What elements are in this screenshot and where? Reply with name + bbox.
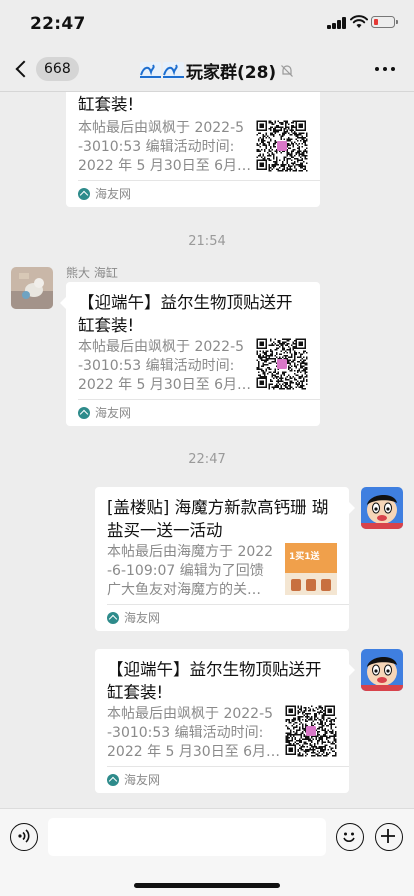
card-source: 海友网 (78, 185, 131, 202)
emoji-icon (343, 832, 355, 842)
haiyou-logo-icon (107, 611, 119, 624)
chat-timestamp: 21:54 (188, 234, 226, 249)
card-description: 2022 年 5 月30日至 6月… (78, 377, 252, 393)
source-label: 海友网 (124, 773, 161, 787)
link-card-message[interactable]: 【迎端午】益尔生物顶贴送开 缸套装! 本帖最后由飒枫于 2022-5 -3010… (95, 649, 349, 793)
card-description: 广大鱼友对海魔方的关… (107, 582, 261, 598)
wave-emoji-icon (140, 62, 161, 79)
card-title: 缸套装! (78, 316, 135, 335)
mute-bell-icon (281, 64, 294, 77)
chat-title[interactable]: 玩家群(28) (140, 58, 294, 83)
card-title: [盖楼贴] 海魔方新款高钙珊 瑚 (107, 498, 329, 517)
source-label: 海友网 (124, 611, 161, 625)
promo-thumbnail-text: 1买1送 (289, 552, 320, 562)
card-description: 2022 年 5 月30日至 6月… (78, 158, 252, 174)
card-divider (78, 399, 320, 400)
card-description: -3010:53 编辑活动时间: (107, 725, 264, 741)
card-description: 本帖最后由飒枫于 2022-5 (78, 339, 245, 355)
wave-emoji-icon (163, 62, 184, 79)
source-label: 海友网 (95, 187, 132, 201)
haiyou-logo-icon (78, 406, 90, 419)
battery-tip (396, 20, 398, 24)
link-card-message[interactable]: 【迎端午】益尔生物顶贴送开 缸套装! 本帖最后由飒枫于 2022-5 -3010… (66, 282, 320, 426)
source-label: 海友网 (95, 406, 132, 420)
card-title: 盐买一送一活动 (107, 521, 223, 540)
card-divider (107, 604, 349, 605)
battery-icon (371, 16, 395, 28)
card-description: 2022 年 5 月30日至 6月… (107, 744, 281, 760)
link-card-message[interactable]: 缸套装! 本帖最后由飒枫于 2022-5 -3010:53 编辑活动时间: 20… (66, 92, 320, 207)
card-source: 海友网 (107, 771, 160, 788)
home-indicator (134, 883, 280, 888)
card-description: -3010:53 编辑活动时间: (78, 358, 235, 374)
card-description: 本帖最后由飒枫于 2022-5 (78, 120, 245, 136)
card-description: -6-109:07 编辑为了回馈 (107, 563, 264, 579)
card-description: -3010:53 编辑活动时间: (78, 139, 235, 155)
input-bar (0, 808, 414, 896)
chevron-left-icon (15, 60, 33, 78)
bubble-tail (349, 664, 355, 676)
chat-message-list[interactable]: 缸套装! 本帖最后由飒枫于 2022-5 -3010:53 编辑活动时间: 20… (0, 92, 414, 808)
more-functions-button[interactable] (375, 823, 403, 851)
unread-count-badge: 668 (36, 57, 79, 81)
card-title: 缸套装! (78, 95, 135, 114)
card-source: 海友网 (107, 609, 160, 626)
more-options-button[interactable] (375, 67, 395, 71)
voice-icon (18, 829, 30, 843)
card-title: 【迎端午】益尔生物顶贴送开 (107, 660, 322, 679)
cellular-signal-icon (327, 17, 347, 29)
bubble-tail (349, 502, 355, 514)
card-description: 本帖最后由海魔方于 2022 (107, 544, 274, 560)
status-bar: 22:47 (0, 0, 414, 46)
card-divider (78, 180, 320, 181)
chat-title-text: 玩家群(28) (186, 63, 277, 83)
plus-icon (381, 829, 395, 843)
sender-avatar[interactable] (11, 267, 53, 309)
card-title: 【迎端午】益尔生物顶贴送开 (78, 293, 293, 312)
chat-timestamp: 22:47 (188, 452, 226, 467)
back-button[interactable]: 668 (12, 55, 79, 83)
sender-name: 熊大 海缸 (66, 266, 118, 280)
status-time: 22:47 (30, 14, 86, 34)
my-avatar[interactable] (361, 487, 403, 529)
my-avatar[interactable] (361, 649, 403, 691)
card-description: 本帖最后由飒枫于 2022-5 (107, 706, 274, 722)
qr-code-thumbnail (285, 705, 337, 757)
emoji-button[interactable] (336, 823, 364, 851)
promo-thumbnail: 1买1送 (285, 543, 337, 595)
qr-code-thumbnail (256, 120, 308, 172)
haiyou-logo-icon (78, 187, 90, 200)
message-input[interactable] (48, 818, 326, 856)
avatar-image (361, 487, 403, 529)
voice-input-button[interactable] (10, 823, 38, 851)
link-card-message[interactable]: [盖楼贴] 海魔方新款高钙珊 瑚 盐买一送一活动 本帖最后由海魔方于 2022 … (95, 487, 349, 631)
avatar-image (361, 649, 403, 691)
qr-code-thumbnail (256, 338, 308, 390)
card-title: 缸套装! (107, 683, 164, 702)
nav-bar: 668 玩家群(28) (0, 46, 414, 92)
wifi-icon (350, 15, 368, 28)
card-divider (107, 766, 349, 767)
haiyou-logo-icon (107, 773, 119, 786)
card-source: 海友网 (78, 404, 131, 421)
avatar-image (11, 267, 53, 309)
